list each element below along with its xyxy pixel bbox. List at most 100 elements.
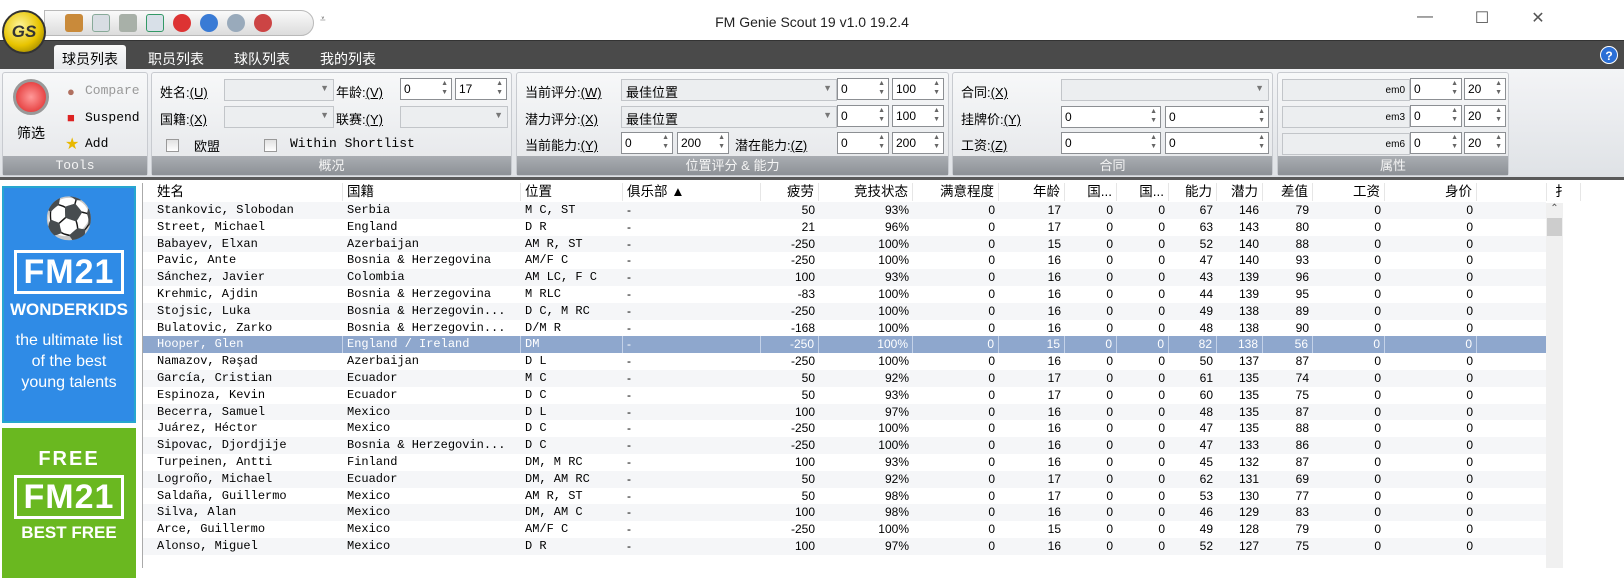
table-row[interactable]: Sipovac, Djordjije Bosnia & Herzegovin...… [143,437,1546,454]
pa-max-spinner[interactable]: 200 ▲ ▼ [892,132,944,154]
maximize-button[interactable]: ☐ [1467,8,1497,28]
attribute-combo-3[interactable]: em6 [1282,133,1410,155]
attribute-3-max-spinner[interactable]: 20 ▲ ▼ [1464,132,1506,154]
asking-max-spinner[interactable]: 0 ▲ ▼ [1165,106,1269,128]
header-form[interactable]: 竞技状态 [819,183,913,201]
table-row-selected[interactable]: Hooper, Glen England / Ireland DM - -250 100%… [143,336,1546,354]
potential-rating-combo[interactable]: 最佳位置 ▼ [621,106,837,128]
attribute-combo-2[interactable]: em3 [1282,106,1410,128]
name-combo[interactable]: ▼ [224,79,334,101]
table-row[interactable]: Espinoza, Kevin Ecuador D C - 50 93% 0 17 0 0 60 13… [143,387,1546,404]
table-row[interactable]: Arce, Guillermo Mexico AM/F C - -250 100% 0 15 0… [143,521,1546,538]
scroll-thumb[interactable] [1547,218,1562,236]
attribute-1-max-spinner[interactable]: 20 ▲ ▼ [1464,78,1506,100]
wage-min-spinner[interactable]: 0 ▲ ▼ [1061,132,1161,154]
header-name[interactable]: 姓名 [153,183,343,201]
table-row[interactable]: Saldaña, Guillermo Mexico AM R, ST - 50 98% 0 1… [143,488,1546,505]
header-nationality[interactable]: 国籍 [343,183,521,201]
table-row[interactable]: Juárez, Héctor Mexico D C - -250 100% 0 16 0 0 47 1… [143,420,1546,437]
table-row[interactable]: García, Cristian Ecuador M C - 50 92% 0 17 0 0 61 1… [143,370,1546,387]
help-icon[interactable]: ? [1600,46,1618,64]
wage-max-spinner[interactable]: 0 ▲ ▼ [1165,132,1269,154]
cell-value: 0 [1466,404,1473,419]
table-row[interactable]: Turpeinen, Antti Finland DM, M RC - 100 93% 0 1… [143,454,1546,471]
header-wage[interactable]: 工资 [1313,183,1385,201]
header-fatigue[interactable]: 疲劳 [761,183,819,201]
ca-min-spinner[interactable]: 0 ▲ ▼ [621,132,673,154]
current-rating-min-spinner[interactable]: 0 ▲ ▼ [837,78,889,100]
header-age[interactable]: 年龄 [999,183,1065,201]
pa-min-spinner[interactable]: 0 ▲ ▼ [837,132,889,154]
contract-combo[interactable]: ▼ [1061,79,1269,101]
attribute-1-min-spinner[interactable]: 0 ▲ ▼ [1410,78,1462,100]
scroll-up-icon[interactable]: ⌃ [1546,203,1563,214]
suspend-button[interactable]: Suspend [85,110,140,125]
age-max-spinner[interactable]: 17 ▲ ▼ [455,78,507,100]
header-position[interactable]: 位置 [521,183,623,201]
table-row[interactable]: Logroño, Michael Ecuador DM, AM RC - 50 92% 0 1… [143,470,1546,488]
compare-button[interactable]: Compare [85,83,140,98]
header-value[interactable]: 身价 [1385,183,1477,201]
header-extra[interactable]: 扌 [1551,183,1581,201]
table-row[interactable]: Babayev, Elxan Azerbaijan AM R, ST - -250 100… [143,235,1546,253]
tab-staff[interactable]: 职员列表 [140,45,212,70]
eu-checkbox[interactable] [166,139,179,152]
header-nat-a[interactable]: 国... [1065,183,1117,201]
shortlist-checkbox[interactable] [264,139,277,152]
attribute-3-min-spinner[interactable]: 0 ▲ ▼ [1410,132,1462,154]
table-row[interactable]: Bulatovic, Zarko Bosnia & Herzegovin... D/… [143,320,1546,337]
cell-nat-a: 0 [1106,371,1113,385]
table-row[interactable]: Krehmic, Ajdin Bosnia & Herzegovina M RLC -… [143,286,1546,303]
potential-rating-max-spinner[interactable]: 100 ▲ ▼ [892,105,944,127]
asking-min-spinner[interactable]: 0 ▲ ▼ [1061,106,1161,128]
header-potential[interactable]: 潜力 [1217,183,1263,201]
ca-max-spinner[interactable]: 200 ▲ ▼ [677,132,729,154]
potential-rating-min-spinner[interactable]: 0 ▲ ▼ [837,105,889,127]
tab-teams[interactable]: 球队列表 [226,45,298,70]
cell-ability: 61 [1199,371,1213,385]
header-nat-b[interactable]: 国... [1117,183,1169,201]
app-logo-button[interactable]: GS [2,10,46,54]
tab-my-lists[interactable]: 我的列表 [312,45,384,70]
attribute-combo-1[interactable]: em0 [1282,79,1410,101]
filter-button[interactable]: 筛选 [17,123,45,143]
cell-form: 93% [884,455,909,469]
table-row[interactable]: Becerra, Samuel Mexico D L - 100 97% 0 16 0 0 48 13… [143,403,1546,421]
cell-nat-a: 0 [1106,253,1113,268]
minimize-button[interactable]: — [1410,8,1440,26]
header-happiness[interactable]: 满意程度 [913,183,999,201]
nationality-combo[interactable]: ▼ [224,106,334,128]
header-difference[interactable]: 差值 [1263,183,1313,201]
attribute-2-max-spinner[interactable]: 20 ▲ ▼ [1464,105,1506,127]
table-row[interactable]: Alonso, Miguel Mexico D R - 100 97% 0 16 0 0 52 127… [143,538,1546,555]
age-min-spinner[interactable]: 0 ▲ ▼ [400,78,452,100]
add-button[interactable]: Add [85,136,108,151]
free-fm21-ad[interactable]: FREE FM21 BEST FREE [2,428,136,578]
cell-form: 92% [884,471,909,486]
header-club[interactable]: 俱乐部 ▲ [623,183,761,201]
header-ability[interactable]: 能力 [1169,183,1217,201]
table-row[interactable]: Stojsic, Luka Bosnia & Herzegovin... D C, … [143,302,1546,320]
cell-happiness: 0 [988,320,995,335]
vertical-scrollbar[interactable]: ⌃ [1546,203,1563,568]
cell-position: AM R, ST [525,236,583,251]
league-combo[interactable]: ▼ [400,106,508,128]
cell-difference: 75 [1295,387,1309,402]
table-row[interactable]: Sánchez, Javier Colombia AM LC, F C - 100 93%… [143,269,1546,286]
table-row[interactable]: Stankovic, Slobodan Serbia M C, ST - 50 93% 0 1… [143,202,1546,219]
table-row[interactable]: Namazov, Rəşad Azerbaijan D L - -250 100% 0 16 0… [143,353,1546,370]
attribute-2-min-spinner[interactable]: 0 ▲ ▼ [1410,105,1462,127]
cell-club: - [627,354,631,369]
table-row[interactable]: Street, Michael England D R - 21 96% 0 17 0 0 63 14… [143,219,1546,236]
table-row[interactable]: Pavic, Ante Bosnia & Herzegovina AM/F C - -2… [143,252,1546,269]
current-rating-combo[interactable]: 最佳位置 ▼ [621,79,837,101]
tab-players[interactable]: 球员列表 [54,45,126,70]
filter-icon[interactable] [13,79,49,115]
cell-fatigue: -250 [761,336,819,354]
wonderkids-ad[interactable]: ⚽ FM21 WONDERKIDS the ultimate list of t… [2,186,136,423]
current-rating-max-spinner[interactable]: 100 ▲ ▼ [892,78,944,100]
cell-value: 0 [1466,270,1473,285]
close-button[interactable]: ✕ [1523,8,1553,28]
table-row[interactable]: Silva, Alan Mexico DM, AM C - 100 98% 0 16 0 0 46 1… [143,504,1546,522]
header-blank[interactable] [1477,183,1547,201]
